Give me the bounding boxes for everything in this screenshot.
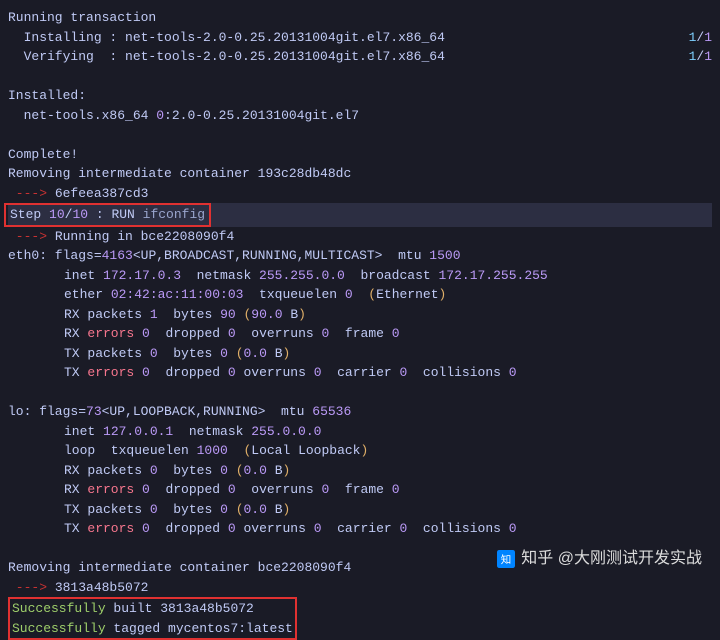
zhihu-logo-icon: 知 [497, 550, 515, 568]
installing-line: Installing : net-tools-2.0-0.25.20131004… [8, 28, 712, 48]
complete-line: Complete! [8, 145, 712, 165]
eth0-rx-packets: RX packets 1 bytes 90 (90.0 B) [8, 305, 712, 325]
lo-inet: inet 127.0.0.1 netmask 255.0.0.0 [8, 422, 712, 442]
terminal-output: Running transaction Installing : net-too… [8, 8, 712, 640]
step-annotation-box: Step 10/10 : RUN ifconfig [4, 203, 211, 227]
eth0-inet: inet 172.17.0.3 netmask 255.255.0.0 broa… [8, 266, 712, 286]
lo-loop: loop txqueuelen 1000 (Local Loopback) [8, 441, 712, 461]
step-highlight: Step 10/10 : RUN ifconfig [8, 203, 712, 227]
eth0-rx-errors: RX errors 0 dropped 0 overruns 0 frame 0 [8, 324, 712, 344]
removing-container-1: Removing intermediate container 193c28db… [8, 164, 712, 184]
installed-header: Installed: [8, 86, 712, 106]
lo-rx-errors: RX errors 0 dropped 0 overruns 0 frame 0 [8, 480, 712, 500]
eth0-tx-packets: TX packets 0 bytes 0 (0.0 B) [8, 344, 712, 364]
lo-rx-packets: RX packets 0 bytes 0 (0.0 B) [8, 461, 712, 481]
lo-header: lo: flags=73<UP,LOOPBACK,RUNNING> mtu 65… [8, 402, 712, 422]
success-annotation-box: Successfully built 3813a48b5072 Successf… [8, 597, 712, 640]
watermark: 知 知乎 @大刚测试开发实战 [497, 547, 702, 571]
verifying-line: Verifying : net-tools-2.0-0.25.20131004g… [8, 47, 712, 67]
hash-line-2: ---> 3813a48b5072 [8, 578, 712, 598]
watermark-text: 知乎 @大刚测试开发实战 [521, 547, 702, 571]
running-in-line: ---> Running in bce2208090f4 [8, 227, 712, 247]
hash-line-1: ---> 6efeea387cd3 [8, 184, 712, 204]
lo-tx-packets: TX packets 0 bytes 0 (0.0 B) [8, 500, 712, 520]
eth0-tx-errors: TX errors 0 dropped 0 overruns 0 carrier… [8, 363, 712, 383]
installed-pkg: net-tools.x86_64 0:2.0-0.25.20131004git.… [8, 106, 712, 126]
success-tagged: Successfully tagged mycentos7:latest [12, 619, 293, 639]
lo-tx-errors: TX errors 0 dropped 0 overruns 0 carrier… [8, 519, 712, 539]
eth0-header: eth0: flags=4163<UP,BROADCAST,RUNNING,MU… [8, 246, 712, 266]
svg-text:知: 知 [501, 553, 512, 566]
eth0-ether: ether 02:42:ac:11:00:03 txqueuelen 0 (Et… [8, 285, 712, 305]
success-built: Successfully built 3813a48b5072 [12, 599, 293, 619]
transaction-header: Running transaction [8, 8, 712, 28]
